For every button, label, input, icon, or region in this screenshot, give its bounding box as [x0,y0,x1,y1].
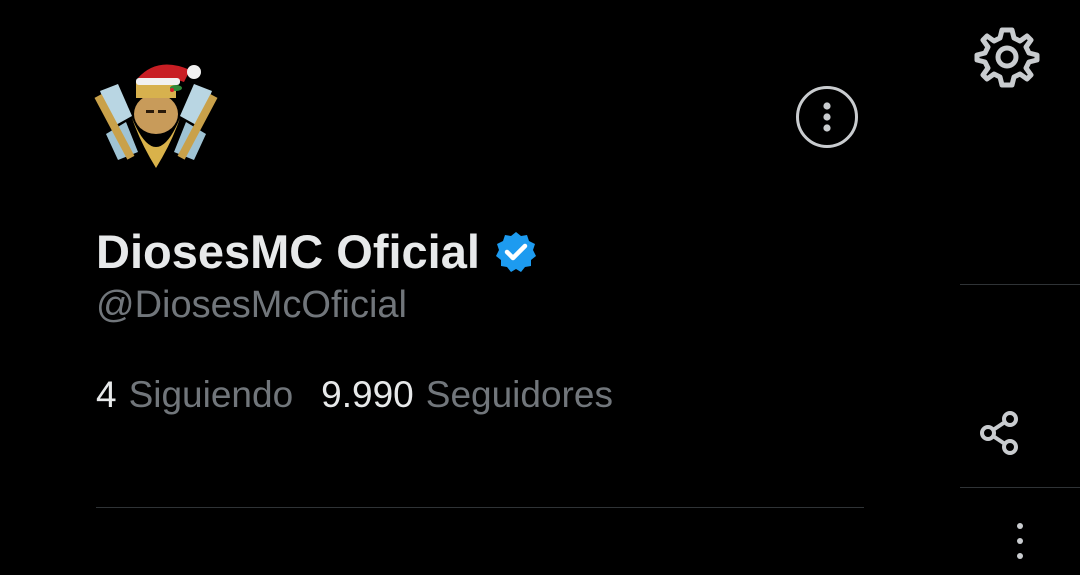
more-options-button[interactable] [796,86,858,148]
more-options-icon [823,102,831,132]
side-divider [960,487,1080,488]
following-label: Siguiendo [128,374,294,415]
avatar-logo-icon [94,64,218,168]
side-divider [960,284,1080,285]
followers-count: 9.990 [321,374,414,415]
settings-button[interactable] [974,24,1040,90]
profile-avatar[interactable] [92,56,220,174]
profile-handle: @DiosesMcOficial [96,284,407,326]
gear-icon [974,27,1040,88]
share-button[interactable] [978,410,1022,456]
followers-label: Seguidores [425,374,613,415]
side-more-button[interactable] [1012,520,1028,564]
following-count: 4 [96,374,117,415]
display-name: DiosesMC Oficial [96,224,480,278]
display-name-row: DiosesMC Oficial [96,222,538,280]
section-divider [96,507,864,508]
following-link[interactable]: 4 Siguiendo [96,374,293,416]
vertical-more-icon [1017,523,1023,559]
profile-stats: 4 Siguiendo 9.990 Seguidores [96,374,613,416]
verified-badge-icon[interactable] [494,230,538,274]
followers-link[interactable]: 9.990 Seguidores [321,374,613,416]
share-icon [980,411,1018,455]
